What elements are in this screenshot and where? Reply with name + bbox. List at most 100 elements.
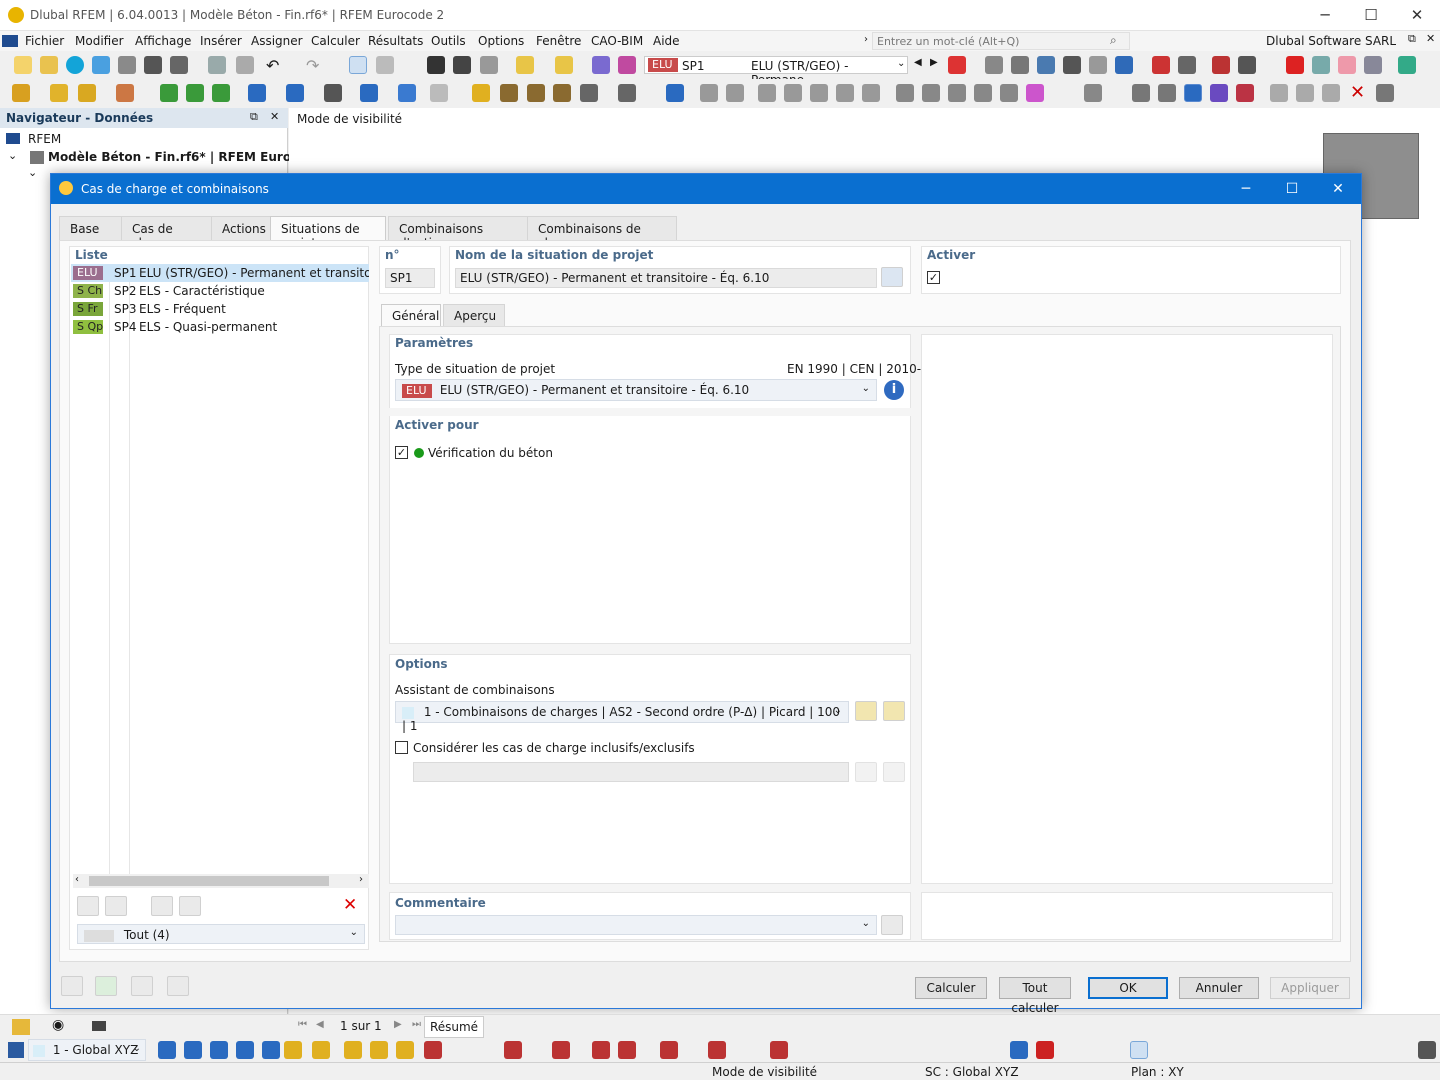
section-cut-icon[interactable] xyxy=(500,84,518,102)
calculate-button[interactable]: Calculer xyxy=(915,977,987,999)
units-button[interactable] xyxy=(95,976,117,996)
workplane-icon[interactable] xyxy=(618,84,636,102)
search-input[interactable]: Entrez un mot-clé (Alt+Q) xyxy=(872,32,1130,50)
draw-icon[interactable] xyxy=(504,1041,522,1059)
draw-icon[interactable] xyxy=(708,1041,726,1059)
view-side-icon[interactable] xyxy=(726,84,744,102)
report-icon[interactable] xyxy=(208,56,226,74)
console-icon[interactable] xyxy=(427,56,445,74)
new-inclusive-button[interactable] xyxy=(855,762,877,782)
display-icon[interactable] xyxy=(284,1041,302,1059)
solid-icon[interactable] xyxy=(810,84,828,102)
menu-fenetre[interactable]: Fenêtre xyxy=(536,34,581,48)
menu-assigner[interactable]: Assigner xyxy=(251,34,303,48)
menu-outils[interactable]: Outils xyxy=(431,34,466,48)
concrete-design-checkbox[interactable]: ✓ xyxy=(395,446,408,459)
inclusive-exclusive-checkbox[interactable] xyxy=(395,741,408,754)
activate-checkbox[interactable]: ✓ xyxy=(927,271,940,284)
next-page-icon[interactable]: ▶ xyxy=(394,1019,402,1030)
dialog-maximize-button[interactable]: ☐ xyxy=(1269,174,1315,204)
pin-icon[interactable]: ⧉ xyxy=(250,110,258,124)
rotate-icon[interactable] xyxy=(974,84,992,102)
menu-aide[interactable]: Aide xyxy=(653,34,680,48)
imperfection-icon[interactable] xyxy=(398,84,416,102)
subtab-general[interactable]: Général xyxy=(381,304,441,326)
tab-actions[interactable]: Actions xyxy=(211,216,271,240)
animation-icon[interactable] xyxy=(1238,56,1256,74)
snap-icon[interactable] xyxy=(1130,1041,1148,1059)
prev-arrow-icon[interactable]: ◀ xyxy=(914,57,922,68)
document-icon[interactable] xyxy=(236,56,254,74)
horizontal-scrollbar[interactable]: ‹ › xyxy=(73,874,369,888)
hinge-icon[interactable] xyxy=(212,84,230,102)
minimize-button[interactable]: ─ xyxy=(1302,0,1348,30)
navigator-root[interactable]: RFEM xyxy=(28,132,61,146)
maximize-button[interactable]: ☐ xyxy=(1348,0,1394,30)
delete-situation-icon[interactable]: ✕ xyxy=(343,895,357,915)
paint-icon[interactable] xyxy=(1026,84,1044,102)
calculator-icon[interactable] xyxy=(480,56,498,74)
display-icon[interactable] xyxy=(312,1041,330,1059)
navigator-close-icon[interactable]: ✕ xyxy=(270,110,279,123)
table-view-icon[interactable] xyxy=(349,56,367,74)
dialog-minimize-button[interactable]: ─ xyxy=(1223,174,1269,204)
load-solid-icon[interactable] xyxy=(360,84,378,102)
formula-button[interactable] xyxy=(167,976,189,996)
snap-icon[interactable] xyxy=(553,84,571,102)
arrow-icon[interactable] xyxy=(836,84,854,102)
printer-icon[interactable] xyxy=(170,56,188,74)
tab-design-situations[interactable]: Situations de projet xyxy=(270,216,386,250)
tab-load-combinations[interactable]: Combinaisons de charges xyxy=(527,216,677,250)
next-arrow-icon[interactable]: ▶ xyxy=(930,57,938,68)
coord-system-select[interactable]: 1 - Global XYZ ⌄ xyxy=(28,1039,146,1061)
grid-icon[interactable] xyxy=(376,56,394,74)
member-result-icon[interactable] xyxy=(1152,56,1170,74)
load-member-icon[interactable] xyxy=(286,84,304,102)
node-icon[interactable] xyxy=(12,84,30,102)
load-combo-icon[interactable] xyxy=(618,56,636,74)
measure-icon[interactable] xyxy=(1084,84,1102,102)
list-filter-select[interactable]: Tout (4) ⌄ xyxy=(77,924,365,944)
scale-icon[interactable] xyxy=(1000,84,1018,102)
dlubal-center-icon[interactable] xyxy=(66,56,84,74)
info-icon[interactable]: i xyxy=(884,380,904,400)
snap-grid-icon[interactable] xyxy=(1184,84,1202,102)
menu-modifier[interactable]: Modifier xyxy=(75,34,124,48)
deformation-icon[interactable] xyxy=(985,56,1003,74)
table-grid-icon[interactable] xyxy=(1132,84,1150,102)
tab-load-cases[interactable]: Cas de charge xyxy=(121,216,213,250)
filter-icon[interactable] xyxy=(666,84,684,102)
last-page-icon[interactable]: ⏭ xyxy=(412,1019,421,1030)
list-item[interactable]: S Ch SP2 ELS - Caractéristique xyxy=(71,282,369,300)
tab-action-combinations[interactable]: Combinaisons d'actions xyxy=(388,216,528,250)
draw-icon[interactable] xyxy=(770,1041,788,1059)
draw-icon[interactable] xyxy=(424,1041,442,1059)
filter-results-icon[interactable] xyxy=(948,56,966,74)
display-settings-button[interactable] xyxy=(131,976,153,996)
display-icon[interactable] xyxy=(396,1041,414,1059)
search-icon[interactable]: ⌕ xyxy=(1110,33,1117,48)
draw-icon[interactable] xyxy=(660,1041,678,1059)
situation-type-select[interactable]: ELU ELU (STR/GEO) - Permanent et transit… xyxy=(395,379,877,401)
export-icon[interactable] xyxy=(1212,56,1230,74)
menu-affichage[interactable]: Affichage xyxy=(135,34,191,48)
snap-object-icon[interactable] xyxy=(1210,84,1228,102)
dimension-icon[interactable] xyxy=(430,84,448,102)
expand-chevron-icon[interactable]: ⌄ xyxy=(8,149,17,162)
list-item[interactable]: S Fr SP3 ELS - Fréquent xyxy=(71,300,369,318)
guide-icon[interactable] xyxy=(472,84,490,102)
slash-icon[interactable] xyxy=(862,84,880,102)
scroll-thumb[interactable] xyxy=(89,876,329,886)
edit-name-button[interactable] xyxy=(881,267,903,287)
line-icon[interactable] xyxy=(50,84,68,102)
snap-icon[interactable] xyxy=(1418,1041,1436,1059)
unlink-icon[interactable] xyxy=(1296,84,1314,102)
menu-calculer[interactable]: Calculer xyxy=(311,34,360,48)
display-icon[interactable] xyxy=(236,1041,254,1059)
nodes-icon[interactable] xyxy=(1158,84,1176,102)
comment-library-button[interactable] xyxy=(881,915,903,935)
scroll-left-icon[interactable]: ‹ xyxy=(75,874,79,885)
mirror-icon[interactable] xyxy=(948,84,966,102)
new-wizard-button[interactable] xyxy=(855,701,877,721)
coord-icon[interactable] xyxy=(580,84,598,102)
